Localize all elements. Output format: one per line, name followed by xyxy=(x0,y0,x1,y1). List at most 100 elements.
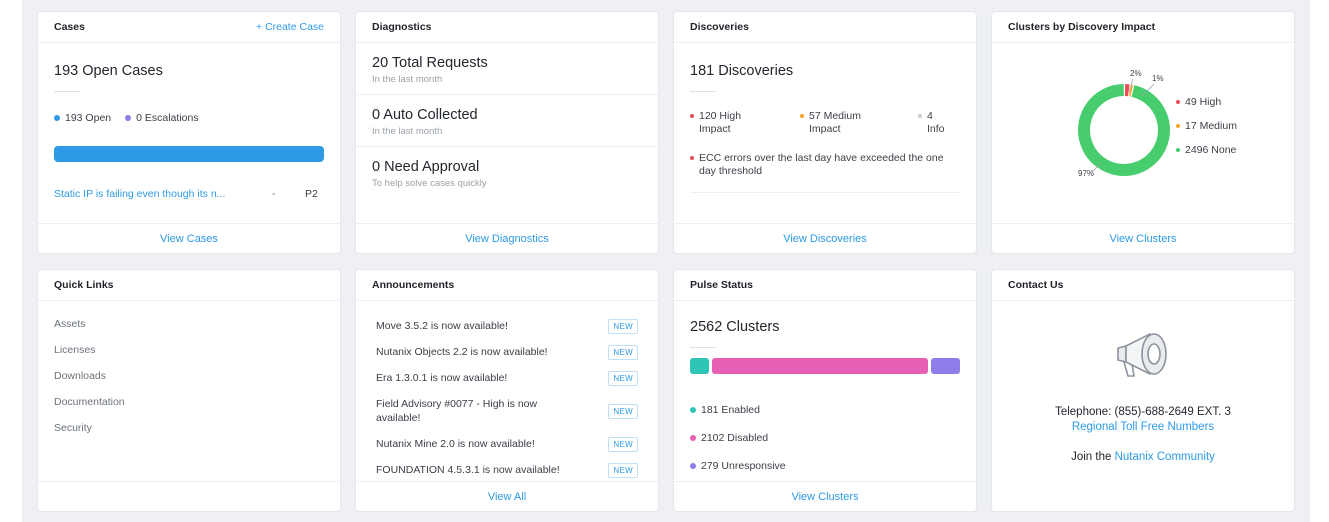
impact-high: 120 High Impact xyxy=(690,110,800,136)
medium-dot xyxy=(800,114,804,118)
quick-links-card: Quick Links Assets Licenses Downloads Do… xyxy=(38,270,340,511)
new-badge: NEW xyxy=(608,462,638,478)
diag-need-approval: 0 Need Approval To help solve cases quic… xyxy=(356,147,658,199)
clusters-impact-header: Clusters by Discovery Impact xyxy=(992,12,1294,43)
view-diagnostics-link[interactable]: View Diagnostics xyxy=(356,223,658,253)
announcements-list[interactable]: Move 3.5.2 is now available! NEW Nutanix… xyxy=(356,301,658,480)
enabled-dot xyxy=(690,407,696,413)
clusters-impact-card: Clusters by Discovery Impact 2% 1% 97% 49 … xyxy=(992,12,1294,253)
discovery-message-text: ECC errors over the last day have exceed… xyxy=(699,152,944,177)
announcement-item[interactable]: Nutanix Objects 2.2 is now available! NE… xyxy=(376,339,638,365)
legend-unresponsive-label: 279 Unresponsive xyxy=(701,460,786,472)
new-badge: NEW xyxy=(608,344,638,360)
diag-sub: To help solve cases quickly xyxy=(372,178,487,189)
legend-escalations-label: 0 Escalations xyxy=(136,112,199,124)
quick-link-licenses[interactable]: Licenses xyxy=(54,337,324,363)
unresponsive-segment xyxy=(931,358,960,374)
impact-medium: 57 Medium Impact xyxy=(800,110,918,136)
announcement-text[interactable]: Move 3.5.2 is now available! xyxy=(376,319,586,333)
divider xyxy=(690,347,716,348)
discoveries-count: 181 Discoveries xyxy=(690,63,794,79)
legend-escalations: 0 Escalations xyxy=(125,112,199,124)
view-clusters-link[interactable]: View Clusters xyxy=(992,223,1294,253)
high-dot xyxy=(1176,100,1180,105)
impact-high-label: 120 High Impact xyxy=(699,110,742,135)
clusters-impact-title: Clusters by Discovery Impact xyxy=(1008,21,1156,33)
announcement-text[interactable]: Era 1.3.0.1 is now available! xyxy=(376,371,586,385)
diag-value: 20 Total Requests xyxy=(372,55,488,71)
pulse-status-card: Pulse Status 2562 Clusters 181 Enabled 2… xyxy=(674,270,976,511)
label-high-pct: 2% xyxy=(1130,69,1142,78)
pulse-header: Pulse Status xyxy=(674,270,976,301)
open-cases-count: 193 Open Cases xyxy=(54,63,163,79)
legend-unresponsive: 279 Unresponsive xyxy=(690,452,960,480)
legend-enabled: 181 Enabled xyxy=(690,396,960,424)
toll-free-link[interactable]: Regional Toll Free Numbers xyxy=(992,421,1294,433)
view-cases-link[interactable]: View Cases xyxy=(38,223,340,253)
quick-links-header: Quick Links xyxy=(38,270,340,301)
divider xyxy=(54,91,80,92)
impact-summary: 120 High Impact 57 Medium Impact 4 Info xyxy=(690,110,960,136)
quick-link-assets[interactable]: Assets xyxy=(54,311,324,337)
announcement-text[interactable]: Nutanix Objects 2.2 is now available! xyxy=(376,345,586,359)
unresponsive-dot xyxy=(690,463,696,469)
legend-enabled-label: 181 Enabled xyxy=(701,404,760,416)
view-pulse-clusters-link[interactable]: View Clusters xyxy=(674,481,976,511)
pulse-cluster-count: 2562 Clusters xyxy=(690,319,780,335)
quick-links-list: Assets Licenses Downloads Documentation … xyxy=(38,301,340,441)
case-separator: - xyxy=(272,188,276,200)
join-prefix: Join the xyxy=(1071,451,1112,463)
cases-header: Cases + Create Case xyxy=(38,12,340,43)
discoveries-title: Discoveries xyxy=(690,21,749,33)
quick-links-footer xyxy=(38,481,340,511)
impact-info: 4 Info xyxy=(918,110,953,136)
telephone: Telephone: (855)-688-2649 EXT. 3 xyxy=(1055,406,1231,418)
announcement-item[interactable]: Move 3.5.2 is now available! NEW xyxy=(376,313,638,339)
create-case-link[interactable]: + Create Case xyxy=(256,21,324,33)
disabled-segment xyxy=(711,358,929,374)
announcement-item[interactable]: Nutanix Mine 2.0 is now available! NEW xyxy=(376,431,638,457)
open-cases-bar xyxy=(54,146,324,162)
none-dot xyxy=(1176,148,1180,153)
announcement-item[interactable]: Field Advisory #0077 - High is now avail… xyxy=(376,391,638,431)
new-badge: NEW xyxy=(608,318,638,334)
announcement-item[interactable]: Era 1.3.0.1 is now available! NEW xyxy=(376,365,638,391)
legend-open: 193 Open xyxy=(54,112,111,124)
case-title-link[interactable]: Static IP is failing even though its n..… xyxy=(54,188,272,200)
divider xyxy=(690,91,716,92)
announcements-header: Announcements xyxy=(356,270,658,301)
announcement-text[interactable]: Nutanix Mine 2.0 is now available! xyxy=(376,437,586,451)
donut-legend: 49 High 17 Medium 2496 None xyxy=(1176,96,1237,168)
view-discoveries-link[interactable]: View Discoveries xyxy=(674,223,976,253)
case-row[interactable]: Static IP is failing even though its n..… xyxy=(54,188,324,200)
open-dot xyxy=(54,115,60,122)
legend-none: 2496 None xyxy=(1176,144,1237,168)
legend-medium-label: 17 Medium xyxy=(1185,120,1237,132)
pulse-legend: 181 Enabled 2102 Disabled 279 Unresponsi… xyxy=(690,396,960,480)
announcement-text[interactable]: Field Advisory #0077 - High is now avail… xyxy=(376,397,566,425)
quick-link-documentation[interactable]: Documentation xyxy=(54,389,324,415)
donut-slice-none[interactable] xyxy=(1078,84,1170,176)
cases-bar-track xyxy=(54,146,324,162)
diag-sub: In the last month xyxy=(372,126,443,137)
case-priority: P2 xyxy=(305,188,318,200)
legend-high: 49 High xyxy=(1176,96,1237,120)
contact-title: Contact Us xyxy=(1008,279,1064,291)
community-link[interactable]: Nutanix Community xyxy=(1115,451,1215,463)
dashboard: Cases + Create Case 193 Open Cases 193 O… xyxy=(22,0,1310,522)
legend-medium: 17 Medium xyxy=(1176,120,1237,144)
enabled-segment xyxy=(690,358,709,374)
legend-open-label: 193 Open xyxy=(65,112,112,124)
community-line: Join the Nutanix Community xyxy=(992,451,1294,463)
discovery-message[interactable]: ECC errors over the last day have exceed… xyxy=(690,152,960,193)
quick-links-title: Quick Links xyxy=(54,279,114,291)
legend-disabled: 2102 Disabled xyxy=(690,424,960,452)
impact-medium-label: 57 Medium Impact xyxy=(809,110,861,135)
diag-value: 0 Auto Collected xyxy=(372,107,478,123)
quick-link-security[interactable]: Security xyxy=(54,415,324,441)
announcement-text[interactable]: FOUNDATION 4.5.3.1 is now available! xyxy=(376,463,586,477)
contact-header: Contact Us xyxy=(992,270,1294,301)
view-all-announcements-link[interactable]: View All xyxy=(356,481,658,511)
quick-link-downloads[interactable]: Downloads xyxy=(54,363,324,389)
announcement-item[interactable]: FOUNDATION 4.5.3.1 is now available! NEW xyxy=(376,457,638,480)
